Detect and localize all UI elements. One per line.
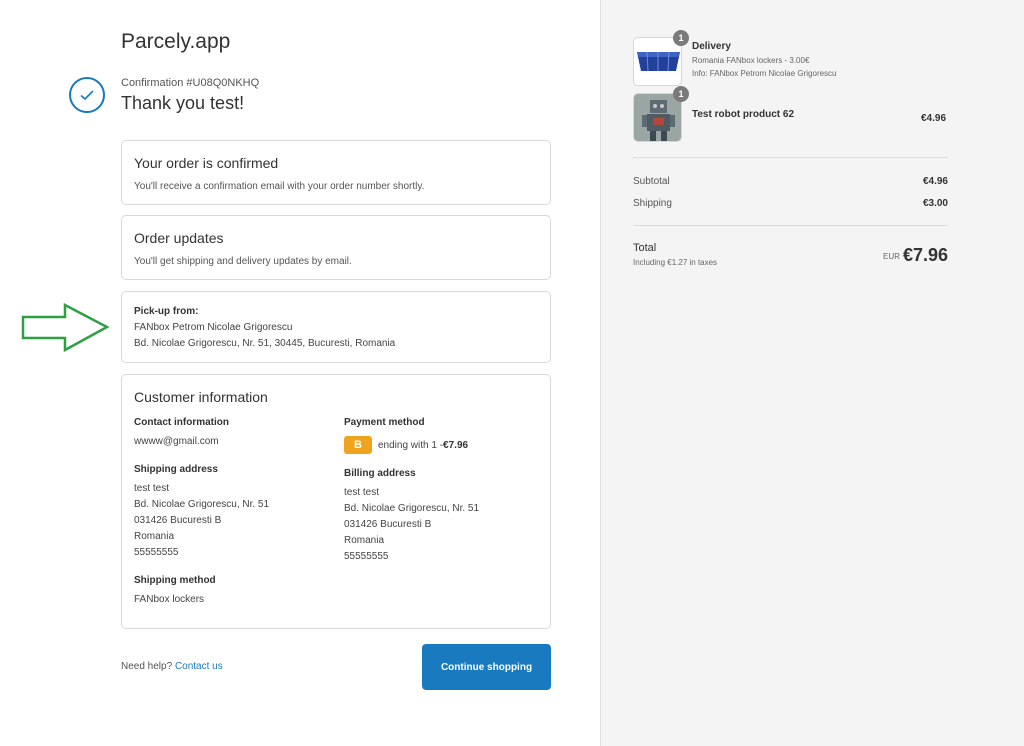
- contact-us-link[interactable]: Contact us: [175, 661, 223, 672]
- subtotal-value: €4.96: [922, 176, 948, 187]
- main-content: Parcely.app Confirmation #U08Q0NKHQ Than…: [0, 0, 600, 746]
- pickup-address: Bd. Nicolae Grigorescu, Nr. 51, 30445, B…: [134, 338, 396, 349]
- order-confirmed-subtitle: You'll receive a confirmation email with…: [134, 181, 425, 192]
- payment-ending-text: ending with 1 -: [378, 439, 444, 451]
- subtotal-label: Subtotal: [633, 176, 670, 187]
- green-arrow-icon: [21, 303, 110, 353]
- confirmation-number: Confirmation #U08Q0NKHQ: [121, 77, 260, 89]
- payment-method-row: B ending with 1 - €7.96: [344, 436, 544, 454]
- help-text: Need help?: [121, 661, 173, 672]
- item-quantity-badge: 1: [673, 30, 689, 46]
- total-value: €7.96: [902, 245, 948, 265]
- order-confirmed-box: Your order is confirmed You'll receive a…: [121, 140, 551, 205]
- total-label: Total: [633, 242, 657, 254]
- billing-address-heading: Billing address: [344, 468, 416, 479]
- taxes-note: Including €1.27 in taxes: [633, 258, 718, 267]
- pickup-name: FANbox Petrom Nicolae Grigorescu: [134, 322, 293, 333]
- item-price: €4.96: [921, 113, 947, 124]
- confirmation-check-icon: [69, 77, 105, 113]
- item-name: Delivery: [692, 41, 731, 52]
- shipping-value: €3.00: [922, 198, 948, 209]
- shipping-address-heading: Shipping address: [134, 464, 218, 475]
- total-currency: EUR: [883, 252, 900, 261]
- summary-divider: [633, 225, 948, 226]
- help-section: Need help? Contact us: [121, 661, 223, 672]
- customer-right-column: Payment method B ending with 1 - €7.96 B…: [344, 417, 544, 565]
- store-logo[interactable]: Parcely.app: [121, 30, 230, 54]
- item-name: Test robot product 62: [692, 109, 795, 120]
- shipping-method-value: FANbox lockers: [134, 594, 205, 605]
- payment-method-heading: Payment method: [344, 417, 425, 428]
- billing-address-line: Romania: [344, 535, 385, 546]
- order-updates-title: Order updates: [134, 230, 224, 246]
- contact-heading: Contact information: [134, 417, 229, 428]
- shipping-label: Shipping: [633, 198, 672, 209]
- customer-left-column: Contact information wwww@gmail.com Shipp…: [134, 417, 334, 608]
- shipping-address-line: Romania: [134, 531, 175, 542]
- continue-shopping-button[interactable]: Continue shopping: [422, 644, 551, 690]
- shipping-address-line: test test: [134, 483, 170, 494]
- billing-address-line: 55555555: [344, 551, 389, 562]
- customer-info-box: Customer information Contact information…: [121, 374, 551, 629]
- customer-info-title: Customer information: [134, 389, 268, 405]
- billing-address-line: test test: [344, 487, 380, 498]
- robot-product-thumbnail: [633, 93, 682, 142]
- contact-email: wwww@gmail.com: [134, 436, 219, 447]
- item-detail: Info: FANbox Petrom Nicolae Grigorescu: [692, 69, 837, 78]
- order-updates-subtitle: You'll get shipping and delivery updates…: [134, 256, 352, 267]
- payment-amount: €7.96: [443, 439, 469, 451]
- shipping-method-heading: Shipping method: [134, 575, 216, 586]
- item-detail: Romania FANbox lockers - 3.00€: [692, 56, 810, 65]
- order-updates-box: Order updates You'll get shipping and de…: [121, 215, 551, 280]
- billing-address-line: 031426 Bucuresti B: [344, 519, 432, 530]
- delivery-thumbnail: [633, 37, 682, 86]
- billing-address-line: Bd. Nicolae Grigorescu, Nr. 51: [344, 503, 480, 514]
- summary-divider: [633, 157, 948, 158]
- pickup-box: Pick-up from: FANbox Petrom Nicolae Grig…: [121, 291, 551, 363]
- item-quantity-badge: 1: [673, 86, 689, 102]
- shipping-address-line: 031426 Bucuresti B: [134, 515, 222, 526]
- shipping-address-line: 55555555: [134, 547, 179, 558]
- thank-you-heading: Thank you test!: [121, 93, 245, 113]
- order-confirmed-title: Your order is confirmed: [134, 155, 279, 171]
- billing-address: test test Bd. Nicolae Grigorescu, Nr. 51…: [344, 485, 544, 565]
- shipping-address: test test Bd. Nicolae Grigorescu, Nr. 51…: [134, 481, 334, 561]
- shipping-address-line: Bd. Nicolae Grigorescu, Nr. 51: [134, 499, 270, 510]
- pickup-label: Pick-up from:: [134, 306, 199, 317]
- payment-provider-icon: B: [344, 436, 372, 454]
